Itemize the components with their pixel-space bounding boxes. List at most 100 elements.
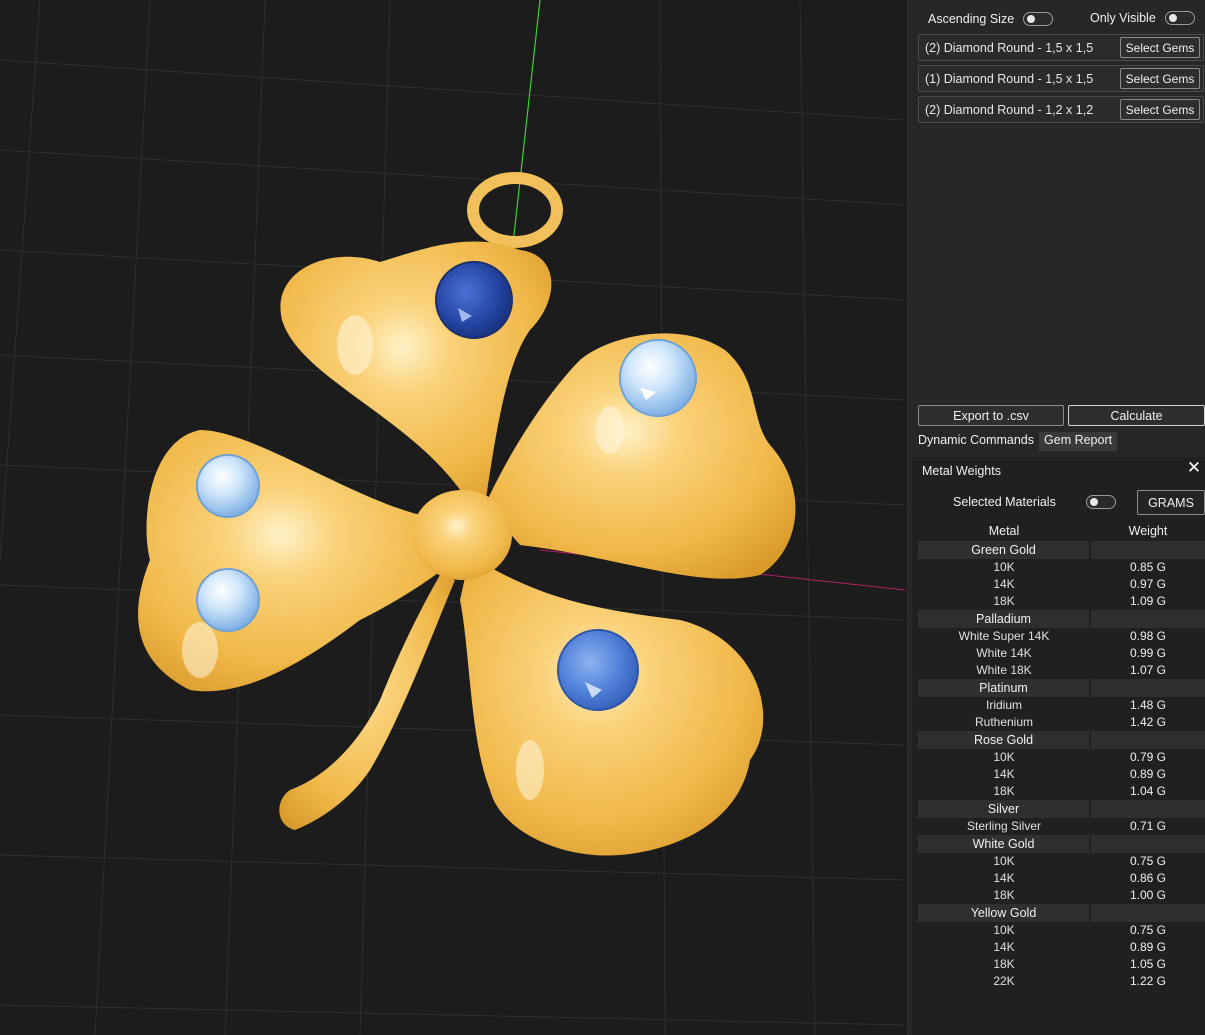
ascending-size-toggle[interactable] — [1023, 12, 1054, 26]
gem-sapphire-top — [435, 261, 513, 339]
column-header-metal: Metal — [988, 524, 1020, 538]
metal-weight: 1.04 G — [1129, 784, 1167, 798]
tab-gem-report[interactable]: Gem Report — [1039, 432, 1118, 451]
tab-dynamic-commands[interactable]: Dynamic Commands — [918, 432, 1035, 451]
weights-table-header: Metal Weight — [912, 524, 1205, 540]
metal-name: 14K — [993, 767, 1015, 781]
table-row: 10K 0.79 G — [918, 749, 1205, 766]
metal-group-row: Palladium — [918, 610, 1205, 628]
gem-light-left-top — [196, 454, 260, 518]
metal-weights-table: Green Gold 10K 0.85 G 14K 0.97 G 18K 1.09 G Pal… — [918, 541, 1205, 990]
table-row: Ruthenium 1.42 G — [918, 714, 1205, 731]
metal-name: 22K — [993, 974, 1015, 988]
right-panel: Ascending Size Only Visible (2) Diamond … — [905, 0, 1205, 1035]
metal-group-row: Green Gold — [918, 541, 1205, 559]
metal-group-row: Yellow Gold — [918, 904, 1205, 922]
table-row: White Super 14K 0.98 G — [918, 628, 1205, 645]
3d-viewport[interactable] — [0, 0, 905, 1035]
table-row: White 14K 0.99 G — [918, 645, 1205, 662]
metal-name: 18K — [993, 784, 1015, 798]
metal-group-row: Rose Gold — [918, 731, 1205, 749]
table-row: 14K 0.89 G — [918, 766, 1205, 783]
grams-unit-button[interactable]: GRAMS — [1137, 490, 1205, 515]
metal-name: White 14K — [976, 646, 1032, 660]
gem-light-right — [619, 339, 697, 417]
selected-materials-label: Selected Materials — [953, 495, 1056, 509]
metal-name: 18K — [993, 594, 1015, 608]
table-row: 10K 0.75 G — [918, 922, 1205, 939]
metal-weights-title: Metal Weights — [922, 464, 1001, 478]
table-row: 14K 0.89 G — [918, 939, 1205, 956]
select-gems-button[interactable]: Select Gems — [1120, 99, 1200, 120]
metal-weight: 1.05 G — [1129, 957, 1167, 971]
metal-group-name: Palladium — [918, 610, 1090, 628]
metal-weight: 1.42 G — [1129, 715, 1167, 729]
metal-weight: 0.86 G — [1129, 871, 1167, 885]
metal-name: Ruthenium — [974, 715, 1034, 729]
metal-group-name: Silver — [918, 800, 1090, 818]
metal-name: Sterling Silver — [966, 819, 1042, 833]
table-row: 18K 1.09 G — [918, 593, 1205, 610]
metal-group-name: White Gold — [918, 835, 1090, 853]
metal-group-name: Rose Gold — [918, 731, 1090, 749]
metal-name: 10K — [993, 560, 1015, 574]
table-row: 10K 0.75 G — [918, 853, 1205, 870]
export-csv-button[interactable]: Export to .csv — [918, 405, 1064, 426]
gem-report-panel: Ascending Size Only Visible (2) Diamond … — [906, 0, 1205, 400]
calculate-button[interactable]: Calculate — [1068, 405, 1205, 426]
metal-group-name: Platinum — [918, 679, 1090, 697]
metal-name: White 18K — [976, 663, 1032, 677]
metal-weight: 0.79 G — [1129, 750, 1167, 764]
metal-group-row: Silver — [918, 800, 1205, 818]
select-gems-button[interactable]: Select Gems — [1120, 37, 1200, 58]
gem-row: (2) Diamond Round - 1,2 x 1,2 Select Gem… — [918, 96, 1204, 123]
close-icon[interactable]: ✕ — [1186, 459, 1202, 476]
selected-materials-toggle[interactable] — [1086, 495, 1116, 509]
table-row: 18K 1.00 G — [918, 887, 1205, 904]
metal-weight: 1.22 G — [1129, 974, 1167, 988]
metal-weight: 0.89 G — [1129, 767, 1167, 781]
metal-name: Iridium — [985, 698, 1022, 712]
table-row: 14K 0.86 G — [918, 870, 1205, 887]
metal-group-name: Yellow Gold — [918, 904, 1090, 922]
ascending-size-label: Ascending Size — [928, 12, 1015, 26]
metal-weight: 1.09 G — [1129, 594, 1167, 608]
metal-weight: 1.00 G — [1129, 888, 1167, 902]
ascending-size-row: Ascending Size — [928, 9, 1054, 29]
metal-name: 14K — [993, 577, 1015, 591]
table-row: 18K 1.05 G — [918, 956, 1205, 973]
only-visible-label: Only Visible — [1090, 11, 1156, 25]
table-row: Sterling Silver 0.71 G — [918, 818, 1205, 835]
table-row: 22K 1.22 G — [918, 973, 1205, 990]
table-row: 14K 0.97 G — [918, 576, 1205, 593]
gem-row: (1) Diamond Round - 1,5 x 1,5 Select Gem… — [918, 65, 1204, 92]
metal-name: 18K — [993, 957, 1015, 971]
metal-weight: 0.89 G — [1129, 940, 1167, 954]
metal-weight: 0.75 G — [1129, 923, 1167, 937]
gem-mid-bottom — [557, 629, 639, 711]
column-header-weight: Weight — [1128, 524, 1168, 538]
gem-row-label: (2) Diamond Round - 1,5 x 1,5 — [925, 41, 1094, 55]
viewport-scene — [0, 0, 905, 1035]
metal-weight: 0.97 G — [1129, 577, 1167, 591]
metal-name: White Super 14K — [958, 629, 1050, 643]
metal-group-row: White Gold — [918, 835, 1205, 853]
metal-weight: 0.98 G — [1129, 629, 1167, 643]
metal-name: 10K — [993, 923, 1015, 937]
pendant-bail — [467, 172, 563, 248]
metal-weights-panel: Metal Weights ✕ Selected Materials GRAMS… — [912, 457, 1205, 1035]
panel-tabs: Dynamic Commands Gem Report — [918, 432, 1118, 451]
metal-group-row: Platinum — [918, 679, 1205, 697]
metal-weight: 0.99 G — [1129, 646, 1167, 660]
gem-row-label: (1) Diamond Round - 1,5 x 1,5 — [925, 72, 1094, 86]
metal-name: 18K — [993, 888, 1015, 902]
metal-weight: 0.71 G — [1129, 819, 1167, 833]
metal-name: 14K — [993, 940, 1015, 954]
table-row: 10K 0.85 G — [918, 559, 1205, 576]
gem-row: (2) Diamond Round - 1,5 x 1,5 Select Gem… — [918, 34, 1204, 61]
only-visible-toggle[interactable] — [1164, 11, 1195, 25]
metal-weight: 1.48 G — [1129, 698, 1167, 712]
gem-row-label: (2) Diamond Round - 1,2 x 1,2 — [925, 103, 1094, 117]
metal-weight: 0.75 G — [1129, 854, 1167, 868]
select-gems-button[interactable]: Select Gems — [1120, 68, 1200, 89]
